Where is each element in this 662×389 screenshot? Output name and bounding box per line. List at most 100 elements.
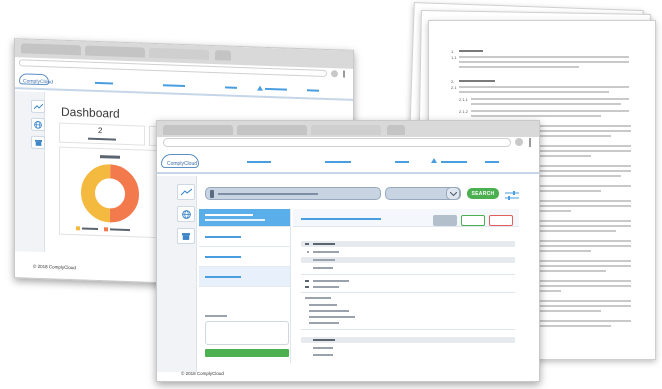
sliders-icon[interactable] bbox=[505, 188, 519, 200]
nav-link[interactable] bbox=[225, 86, 237, 89]
footer-copyright: © 2018 ComplyCloud bbox=[181, 371, 224, 376]
heading-line bbox=[459, 80, 495, 82]
section-label bbox=[305, 297, 331, 299]
legend-label bbox=[82, 227, 98, 230]
section-number: 2.1.1 bbox=[459, 97, 468, 102]
nav-link[interactable] bbox=[485, 161, 499, 163]
nav-link[interactable] bbox=[307, 89, 319, 92]
new-tab-button[interactable] bbox=[387, 125, 405, 135]
legend-swatch-yellow bbox=[76, 226, 80, 231]
legend-label bbox=[110, 228, 130, 232]
nav-link[interactable] bbox=[395, 161, 409, 163]
browser-tab[interactable] bbox=[311, 125, 381, 135]
reject-button[interactable] bbox=[489, 215, 513, 226]
nav-link[interactable] bbox=[163, 84, 185, 88]
result-list bbox=[199, 209, 291, 363]
screenshot-stage: 1. 1.1 2. 2.1 2.1.1 2.1.2 ComplyCloud Da… bbox=[0, 0, 662, 389]
profile-icon[interactable] bbox=[515, 138, 523, 146]
text-line bbox=[471, 110, 629, 112]
nav-link[interactable] bbox=[247, 161, 271, 163]
stat-card: 2 bbox=[59, 122, 145, 146]
legend-swatch-orange bbox=[104, 227, 108, 232]
address-bar[interactable] bbox=[163, 138, 511, 147]
list-item-active[interactable] bbox=[199, 209, 290, 227]
list-item-title bbox=[205, 276, 241, 278]
section-number: 2. bbox=[451, 79, 455, 84]
bullet-icon bbox=[307, 251, 309, 253]
section-number: 1. bbox=[451, 49, 455, 54]
app-navbar: ComplyCloud bbox=[157, 150, 539, 174]
user-icon[interactable] bbox=[431, 158, 437, 163]
menu-icon[interactable] bbox=[343, 70, 345, 78]
comment-label bbox=[205, 315, 227, 317]
text-line bbox=[459, 91, 609, 93]
tree-row-label bbox=[313, 267, 333, 269]
tree-row-label bbox=[313, 339, 335, 341]
list-item[interactable] bbox=[199, 247, 290, 267]
menu-icon[interactable] bbox=[529, 138, 531, 147]
submit-button[interactable] bbox=[205, 349, 289, 357]
file-row-label bbox=[313, 280, 349, 282]
donut-chart-card bbox=[59, 146, 159, 239]
browser-tab[interactable] bbox=[21, 43, 81, 56]
approve-button[interactable] bbox=[461, 215, 485, 226]
chart-title bbox=[100, 155, 120, 159]
browser-tab[interactable] bbox=[85, 45, 145, 58]
text-line bbox=[459, 61, 629, 63]
profile-icon[interactable] bbox=[331, 70, 338, 78]
divider bbox=[301, 329, 515, 330]
nav-link[interactable] bbox=[325, 161, 351, 163]
tree-row-label bbox=[313, 251, 339, 253]
browser-tab[interactable] bbox=[149, 47, 209, 60]
detail-title bbox=[301, 218, 381, 220]
new-tab-button[interactable] bbox=[215, 50, 231, 61]
logo-text: ComplyCloud bbox=[23, 78, 54, 86]
tree-row-label bbox=[313, 243, 335, 245]
nav-link-user[interactable] bbox=[265, 87, 287, 91]
archive-icon[interactable] bbox=[177, 228, 195, 244]
document-icon bbox=[305, 280, 309, 282]
search-input-prefix bbox=[210, 190, 214, 198]
list-item-subtitle bbox=[205, 219, 265, 221]
stat-value: 2 bbox=[98, 125, 103, 136]
text-line bbox=[471, 103, 621, 105]
tab-bar bbox=[157, 121, 539, 137]
section-number: 2.1.2 bbox=[459, 109, 468, 114]
warning-icon bbox=[305, 243, 309, 245]
chart-line-icon[interactable] bbox=[31, 99, 45, 114]
divider bbox=[301, 292, 515, 293]
browser-tab[interactable] bbox=[237, 125, 307, 135]
app-sidebar bbox=[157, 176, 197, 372]
text-line bbox=[471, 98, 629, 100]
complycloud-logo[interactable]: ComplyCloud bbox=[161, 154, 199, 168]
list-item-hover[interactable] bbox=[199, 267, 290, 287]
section-number: 1.1 bbox=[451, 55, 457, 60]
footer-copyright: © 2018 ComplyCloud bbox=[33, 263, 76, 271]
search-input[interactable] bbox=[205, 187, 381, 200]
stat-label bbox=[88, 137, 116, 141]
divider bbox=[301, 274, 515, 275]
tree-row-label bbox=[313, 259, 335, 261]
tree-row-label bbox=[313, 354, 333, 356]
browser-tab[interactable] bbox=[163, 125, 233, 135]
donut-chart bbox=[81, 164, 139, 223]
nav-link[interactable] bbox=[95, 81, 113, 85]
list-item[interactable] bbox=[199, 227, 290, 247]
list-item-title bbox=[205, 256, 241, 258]
action-button[interactable] bbox=[433, 215, 457, 226]
comment-textarea[interactable] bbox=[205, 321, 289, 345]
globe-icon[interactable] bbox=[31, 117, 45, 132]
archive-icon[interactable] bbox=[31, 135, 45, 150]
chart-line-icon[interactable] bbox=[177, 184, 195, 200]
filter-select[interactable] bbox=[385, 187, 461, 200]
globe-icon[interactable] bbox=[177, 206, 195, 222]
text-line bbox=[459, 66, 579, 68]
chevron-down-icon[interactable] bbox=[446, 187, 460, 200]
tree-row-label bbox=[313, 347, 333, 349]
user-icon[interactable] bbox=[257, 85, 263, 91]
nav-link-user[interactable] bbox=[441, 161, 467, 163]
meta-row bbox=[309, 310, 349, 312]
meta-row bbox=[309, 322, 339, 324]
search-button[interactable]: SEARCH bbox=[467, 188, 499, 199]
complycloud-logo[interactable]: ComplyCloud bbox=[19, 73, 53, 85]
